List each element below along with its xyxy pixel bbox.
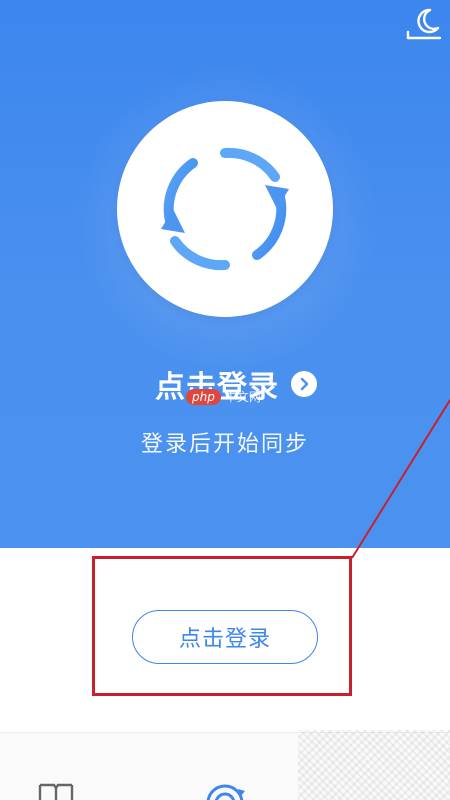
login-subtitle: 登录后开始同步 <box>140 432 309 457</box>
sync-icon[interactable] <box>204 779 246 800</box>
sync-circle-icon <box>161 147 289 271</box>
hero-header: 点击登录 php 中文网 登录后开始同步 <box>0 0 450 548</box>
watermark-text: 中文网 <box>224 390 261 404</box>
moon-icon[interactable] <box>404 4 444 44</box>
book-icon[interactable] <box>38 781 74 800</box>
watermark: php 中文网 <box>186 388 261 405</box>
chevron-right-icon[interactable] <box>291 371 317 397</box>
screen: 点击登录 php 中文网 登录后开始同步 点击登录 <box>0 0 450 800</box>
watermark-badge: php <box>186 388 221 405</box>
avatar[interactable] <box>117 101 333 317</box>
annotation-highlight-box <box>92 556 352 696</box>
blur-mosaic <box>298 730 450 800</box>
